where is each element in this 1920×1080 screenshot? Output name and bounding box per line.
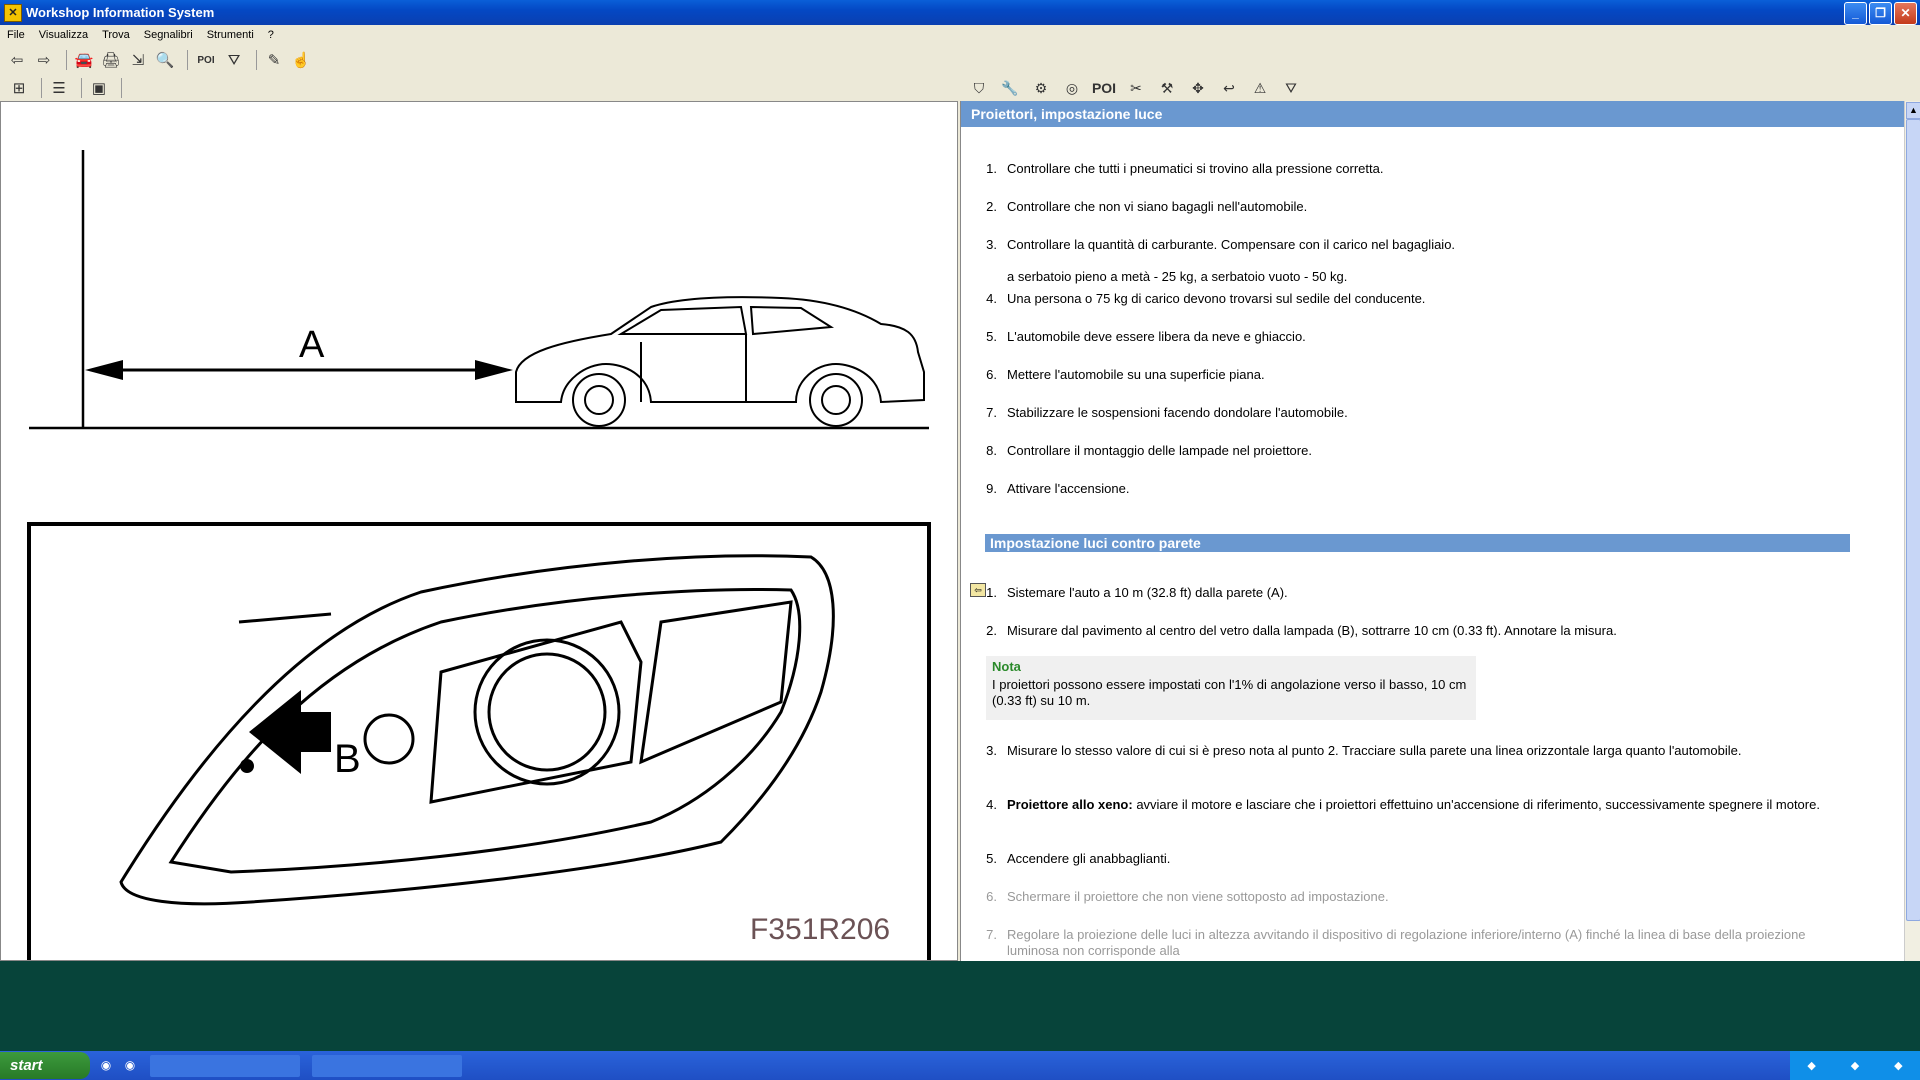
system-tray: ◆ ◆ ◆ [1790,1051,1920,1080]
quicklaunch-icon[interactable]: ◉ [122,1058,138,1074]
poi-button[interactable]: POI [194,49,218,71]
funnel-icon[interactable]: ⛛ [1280,77,1302,99]
car-drawing [515,296,925,427]
return-icon[interactable]: ↩ [1218,77,1240,99]
filter-icon[interactable]: ⛛ [223,49,245,71]
arrow-head-right [475,360,513,380]
headlight-frame [27,522,931,960]
shield-icon[interactable]: ⛉ [968,77,990,99]
document-pane: Proiettori, impostazione luce 1. Control… [960,101,1905,961]
taskbar: start ◉ ◉ ◆ ◆ ◆ [0,1051,1920,1080]
toolbar-separator [121,78,122,98]
export-icon[interactable]: ⇲ [127,49,149,71]
gear-icon[interactable]: ⚙ [1030,77,1052,99]
xenon-text: avviare il motore e lasciare che i proie… [1132,797,1820,812]
forward-icon[interactable]: ⇨ [33,49,55,71]
list-icon[interactable]: ☰ [48,77,70,99]
menu-segnalibri[interactable]: Segnalibri [137,29,200,41]
document-toolbar: ⛉ 🔧 ⚙ ◎ POI ✂ ⚒ ✥ ↩ ⚠ ⛛ [964,75,1920,101]
window-title: Workshop Information System [26,5,215,20]
scroll-up-icon[interactable]: ▲ [1906,102,1920,119]
figure-code: F351R206 [750,913,891,946]
toolbar-separator [187,50,188,70]
menu-help[interactable]: ? [261,29,281,41]
pointer-arrow-b [249,690,331,774]
document-header: Proiettori, impostazione luce [961,101,1905,127]
toolbar-separator [41,78,42,98]
move-icon[interactable]: ✥ [1187,77,1209,99]
pointer-icon[interactable]: ☝ [290,49,312,71]
tools-icon[interactable]: ✂ [1125,77,1147,99]
vertical-scrollbar[interactable]: ▲ [1904,101,1920,961]
wrench-icon[interactable]: 🔧 [999,77,1021,99]
diagnostic-icon[interactable]: ◎ [1061,77,1083,99]
back-icon[interactable]: ⇦ [6,49,28,71]
menu-trova[interactable]: Trova [95,29,137,41]
image-icon[interactable]: ▣ [88,77,110,99]
taskbar-item[interactable] [150,1054,300,1077]
tray-icon[interactable]: ◆ [1851,1059,1859,1072]
main-toolbar: ⇦ ⇨ 🚘 🖨 ⇲ 🔍 POI ⛛ ✎ ☝ [0,45,1920,75]
window-controls: _ ❐ ✕ [1844,2,1917,25]
scroll-thumb[interactable] [1906,119,1920,921]
marker-dot [240,759,254,773]
illustration-pane: A B [0,101,958,961]
headlight-drawing [119,554,835,906]
highlight-icon[interactable]: ✎ [263,49,285,71]
arrow-head-left [85,360,123,380]
label-b: B [334,737,361,781]
restore-button[interactable]: ❐ [1869,2,1892,25]
note-title: Nota [992,659,1021,674]
section-header: Impostazione luci contro parete [985,534,1850,552]
car-icon[interactable]: 🚘 [73,49,95,71]
illustration-svg: A B [27,150,931,960]
menu-bar: File Visualizza Trova Segnalibri Strumen… [0,25,1920,45]
tray-icon[interactable]: ◆ [1807,1059,1815,1072]
poi-right-button[interactable]: POI [1092,77,1116,99]
toolbar-separator [66,50,67,70]
toolbar-separator [81,78,82,98]
note-body: I proiettori possono essere impostati co… [992,677,1467,708]
toolbar-separator [256,50,257,70]
label-a: A [299,324,325,366]
find-icon[interactable]: 🔍 [154,49,176,71]
start-button[interactable]: start [0,1052,90,1079]
note-box: Nota I proiettori possono essere imposta… [986,656,1476,720]
menu-visualizza[interactable]: Visualizza [32,29,95,41]
xenon-label: Proiettore allo xeno: [1007,797,1133,812]
title-bar: ✕ Workshop Information System _ ❐ ✕ [0,0,1920,25]
app-icon: ✕ [4,3,22,22]
taskbar-item[interactable] [312,1054,462,1077]
print-icon[interactable]: 🖨 [100,49,122,71]
menu-file[interactable]: File [0,29,32,41]
tray-icon[interactable]: ◆ [1894,1059,1902,1072]
parts-icon[interactable]: ⚒ [1156,77,1178,99]
menu-strumenti[interactable]: Strumenti [200,29,261,41]
close-button[interactable]: ✕ [1894,2,1917,25]
warning-icon[interactable]: ⚠ [1249,77,1271,99]
left-subtoolbar: ⊞ ☰ ▣ [0,75,960,101]
quicklaunch-icon[interactable]: ◉ [98,1058,114,1074]
minimize-button[interactable]: _ [1844,2,1867,25]
bottom-band [0,961,1920,1051]
tree-icon[interactable]: ⊞ [8,77,30,99]
